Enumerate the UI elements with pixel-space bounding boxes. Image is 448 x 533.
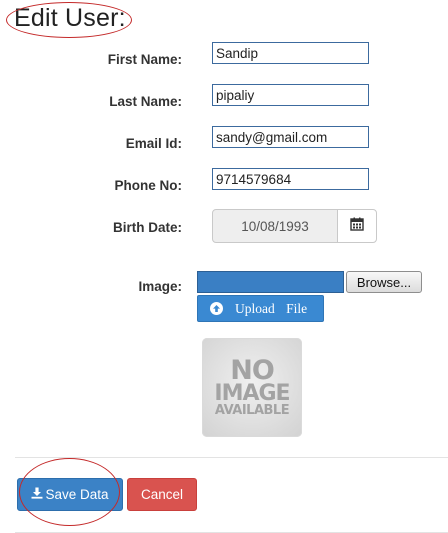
email-label: Email Id:: [125, 136, 182, 151]
email-input[interactable]: [212, 126, 369, 148]
last-name-label: Last Name:: [109, 94, 182, 109]
first-name-input[interactable]: [212, 42, 369, 64]
no-image-placeholder: NO IMAGE AVAILABLE: [202, 338, 302, 437]
image-label: Image:: [138, 279, 182, 294]
phone-input[interactable]: [212, 168, 369, 190]
last-name-input[interactable]: [212, 84, 369, 106]
cancel-button[interactable]: Cancel: [127, 478, 197, 511]
download-icon: [31, 487, 43, 502]
phone-label: Phone No:: [114, 178, 183, 193]
upload-file-label: Upload File: [235, 300, 308, 316]
calendar-icon: [350, 217, 364, 236]
no-image-text-line-3: AVAILABLE: [214, 402, 290, 418]
first-name-label: First Name:: [107, 52, 182, 67]
save-data-button[interactable]: Save Data: [17, 478, 123, 511]
save-data-label: Save Data: [45, 487, 109, 502]
file-name-field[interactable]: [197, 271, 344, 293]
no-image-text-line-2: IMAGE: [214, 380, 290, 406]
birth-date-input[interactable]: [212, 209, 338, 243]
birth-date-label: Birth Date:: [112, 220, 182, 235]
page-title: Edit User:: [14, 4, 126, 32]
circle-arrow-up-icon: [210, 302, 223, 315]
footer-divider: [15, 457, 448, 458]
browse-button[interactable]: Browse...: [346, 271, 422, 293]
calendar-button[interactable]: [337, 209, 377, 243]
upload-file-button[interactable]: Upload File: [197, 295, 324, 322]
no-image-text-line-1: NO: [230, 355, 275, 387]
